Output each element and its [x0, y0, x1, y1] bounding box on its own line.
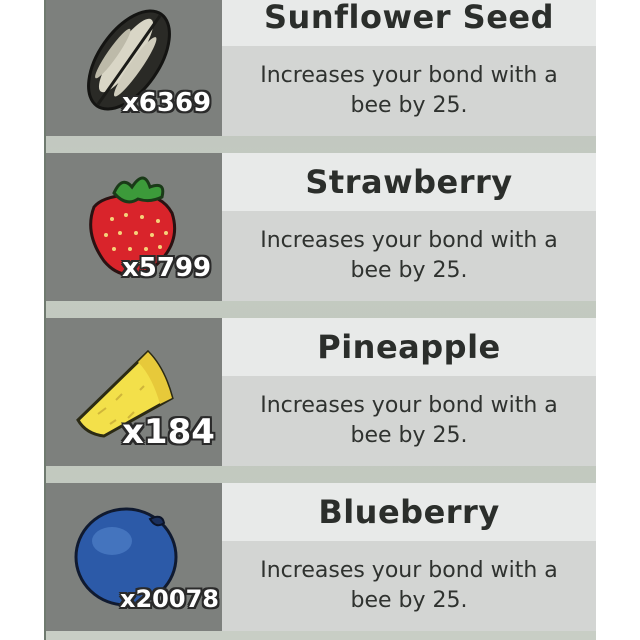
item-name: Blueberry — [318, 493, 500, 531]
item-description: Increases your bond with a bee by 25. — [260, 393, 558, 448]
item-row-pineapple[interactable]: x184 Pineapple Increases your bond with … — [46, 318, 596, 466]
item-icon-cell: x184 — [46, 318, 222, 466]
left-margin — [0, 0, 46, 640]
item-name: Strawberry — [305, 163, 513, 201]
item-name: Sunflower Seed — [263, 0, 555, 36]
item-description-box: Increases your bond with a bee by 25. — [222, 211, 596, 301]
item-icon-cell: x20078 — [46, 483, 222, 631]
item-description: Increases your bond with a bee by 25. — [260, 558, 558, 613]
item-icon-cell: x5799 — [46, 153, 222, 301]
item-description-box: Increases your bond with a bee by 25. — [222, 376, 596, 466]
item-row-sunflower-seed[interactable]: x6369 Sunflower Seed Increases your bond… — [46, 0, 596, 136]
item-title-bar: Blueberry — [222, 483, 596, 541]
item-row-strawberry[interactable]: x5799 Strawberry Increases your bond wit… — [46, 153, 596, 301]
item-icon-cell: x6369 — [46, 0, 222, 136]
item-description: Increases your bond with a bee by 25. — [260, 63, 558, 118]
item-count: x6369 — [122, 88, 212, 118]
item-title-bar: Pineapple — [222, 318, 596, 376]
right-margin — [596, 0, 640, 640]
item-count: x184 — [122, 412, 215, 452]
item-name: Pineapple — [317, 328, 501, 366]
item-row-blueberry[interactable]: x20078 Blueberry Increases your bond wit… — [46, 483, 596, 631]
item-title-bar: Sunflower Seed — [222, 0, 596, 46]
item-title-bar: Strawberry — [222, 153, 596, 211]
item-description-box: Increases your bond with a bee by 25. — [222, 46, 596, 136]
item-description-box: Increases your bond with a bee by 25. — [222, 541, 596, 631]
item-count: x20078 — [120, 585, 219, 613]
item-count: x5799 — [122, 253, 212, 283]
item-description: Increases your bond with a bee by 25. — [260, 228, 558, 283]
